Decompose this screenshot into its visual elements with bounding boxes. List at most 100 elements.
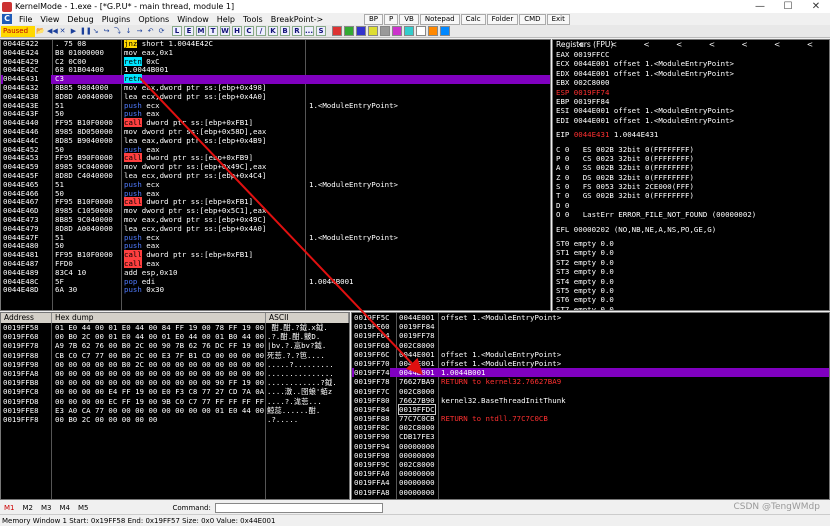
- maximize-button[interactable]: ☐: [774, 1, 802, 12]
- white-square-icon[interactable]: [416, 26, 426, 36]
- fpu-row[interactable]: ST6 empty 0.0: [553, 295, 829, 304]
- gray-square-icon[interactable]: [380, 26, 390, 36]
- dump-header-ascii[interactable]: ASCII: [266, 313, 349, 323]
- fpu-row[interactable]: ST7 empty 0.0: [553, 305, 829, 310]
- disasm-row[interactable]: 0044E45F 8D8D C4040000 lea ecx,dword ptr s…: [1, 171, 550, 181]
- azure-square-icon[interactable]: [440, 26, 450, 36]
- memory-tab-m5[interactable]: M5: [74, 504, 93, 512]
- dump-row[interactable]: 0019FF88 CB C0 C7 77 00 B0 2C 00 E3 7F B1…: [1, 351, 349, 360]
- quick-button-calc[interactable]: Calc: [460, 14, 486, 25]
- register-row[interactable]: ESI 0044E001 offset 1.<ModuleEntryPoint>: [553, 106, 829, 115]
- quick-button-p[interactable]: P: [384, 14, 399, 25]
- stack-row[interactable]: 0019FFA4 00000000: [352, 478, 829, 487]
- menu-item-view[interactable]: View: [36, 15, 63, 24]
- stack-row[interactable]: 0019FF60 0019FF84: [352, 322, 829, 331]
- memory-tab-m2[interactable]: M2: [19, 504, 38, 512]
- red-square-icon[interactable]: [332, 26, 342, 36]
- register-row[interactable]: EBP 0019FF84: [553, 97, 829, 106]
- flag-row[interactable]: S 0 FS 0053 32bit 2CE000(FFF): [553, 182, 829, 191]
- quick-button-exit[interactable]: Exit: [546, 14, 570, 25]
- stack-row[interactable]: 0019FF84 0019FFDC: [352, 403, 829, 416]
- memory-tab-m3[interactable]: M3: [37, 504, 56, 512]
- dump-row[interactable]: 0019FF68 00 B0 2C 00 01 E0 44 00 01 E0 44…: [1, 332, 349, 341]
- fpu-row[interactable]: ST1 empty 0.0: [553, 248, 829, 257]
- dump-row[interactable]: 0019FFD8 00 00 00 00 EC FF 19 00 9B C0 C7…: [1, 397, 349, 406]
- stack-row[interactable]: 0019FF5C 0044E001 offset 1.<ModuleEntryPoi…: [352, 313, 829, 322]
- memory-tab-m4[interactable]: M4: [56, 504, 75, 512]
- flag-row[interactable]: P 0 CS 0023 32bit 0(FFFFFFFF): [553, 154, 829, 163]
- toolbar-icon-9[interactable]: →: [135, 27, 144, 36]
- toolbar-icon-11[interactable]: ⟳: [157, 27, 166, 36]
- blue-square-icon[interactable]: [356, 26, 366, 36]
- window-button-2[interactable]: M: [196, 26, 206, 36]
- memory-dump-pane[interactable]: Address Hex dump ASCII 0019FF58 01 E0 44 …: [0, 312, 350, 500]
- toolbar-icon-7[interactable]: ⤵: [113, 27, 122, 36]
- menu-item-window[interactable]: Window: [173, 15, 213, 24]
- window-button-1[interactable]: E: [184, 26, 194, 36]
- disasm-row[interactable]: 0044E47F 51 push ecx 1.<ModuleEntryPoint>: [1, 233, 550, 243]
- disasm-row[interactable]: 0044E479 8D8D A0040000 lea ecx,dword ptr s…: [1, 224, 550, 234]
- close-button[interactable]: ✕: [802, 1, 830, 12]
- yellow-square-icon[interactable]: [368, 26, 378, 36]
- green-square-icon[interactable]: [344, 26, 354, 36]
- dump-row[interactable]: 0019FFE8 E3 A0 CA 77 00 00 00 00 00 00 00…: [1, 406, 349, 415]
- dump-header-address[interactable]: Address: [1, 313, 52, 323]
- flag-row[interactable]: D 0: [553, 201, 829, 210]
- registers-nav-arrows[interactable]: < < < < < < < <: [578, 40, 825, 50]
- flag-row[interactable]: O 0 LastErr ERROR_FILE_NOT_FOUND (000000…: [553, 210, 829, 219]
- disassembly-pane[interactable]: 0044E422. 75 08 jnz short 1.0044E42C 0044E…: [0, 39, 551, 311]
- disasm-row[interactable]: 0044E42C 68 01B04400 1.0044B001: [1, 66, 550, 75]
- fpu-row[interactable]: ST2 empty 0.0: [553, 258, 829, 267]
- toolbar-icon-1[interactable]: ◀◀: [47, 27, 58, 36]
- dump-row[interactable]: 0019FFB8 00 00 00 00 00 00 00 00 00 00 00…: [1, 378, 349, 387]
- flag-row[interactable]: C 0 ES 002B 32bit 0(FFFFFFFF): [553, 145, 829, 154]
- stack-row[interactable]: 0019FF88 77C7C0CB RETURN to ntdll.77C7C0CB: [352, 414, 829, 423]
- dump-row[interactable]: 0019FFC8 00 00 00 00 E4 FF 19 00 E0 F3 C8…: [1, 387, 349, 396]
- stack-row[interactable]: 0019FF7C 002C8000: [352, 387, 829, 396]
- window-button-11[interactable]: ...: [304, 26, 314, 36]
- stack-row[interactable]: 0019FF68 002C8000: [352, 341, 829, 350]
- disasm-row[interactable]: 0044E48D 6A 30 push 0x30: [1, 285, 550, 295]
- quick-button-vb[interactable]: VB: [399, 14, 419, 25]
- toolbar-icon-0[interactable]: 📂: [36, 27, 45, 36]
- stack-row[interactable]: 0019FF90 CDB17FE3: [352, 432, 829, 441]
- register-row[interactable]: ECX 0044E001 offset 1.<ModuleEntryPoint>: [553, 59, 829, 68]
- fpu-row[interactable]: ST5 empty 0.0: [553, 286, 829, 295]
- toolbar-icon-4[interactable]: ❚❚: [80, 27, 92, 36]
- quick-button-bp[interactable]: BP: [364, 14, 384, 25]
- orange-square-icon[interactable]: [428, 26, 438, 36]
- minimize-button[interactable]: —: [746, 1, 774, 12]
- toolbar-icon-8[interactable]: ↓: [124, 27, 133, 36]
- window-button-4[interactable]: W: [220, 26, 230, 36]
- quick-button-notepad[interactable]: Notepad: [419, 14, 460, 25]
- quick-button-folder[interactable]: Folder: [486, 14, 519, 25]
- register-row[interactable]: EAX 0019FFCC: [553, 50, 829, 59]
- disasm-row[interactable]: 0044E43E 51 push ecx 1.<ModuleEntryPoint>: [1, 101, 550, 111]
- disasm-row[interactable]: 0044E489 83C4 10 add esp,0x10: [1, 268, 550, 278]
- flag-row[interactable]: T 0 GS 002B 32bit 0(FFFFFFFF): [553, 191, 829, 200]
- toolbar-icon-10[interactable]: ↶: [146, 27, 155, 36]
- toolbar-icon-6[interactable]: ↪: [102, 27, 111, 36]
- window-button-8[interactable]: K: [268, 26, 278, 36]
- window-button-10[interactable]: R: [292, 26, 302, 36]
- register-row[interactable]: ESP 0019FF74: [553, 88, 829, 97]
- flag-row[interactable]: Z 0 DS 002B 32bit 0(FFFFFFFF): [553, 173, 829, 182]
- quick-button-cmd[interactable]: CMD: [519, 14, 546, 25]
- window-button-9[interactable]: B: [280, 26, 290, 36]
- menu-item-options[interactable]: Options: [134, 15, 173, 24]
- stack-row[interactable]: 0019FF6C 0044E001 offset 1.<ModuleEntryPoi…: [352, 350, 829, 359]
- stack-row[interactable]: 0019FF78 76627BA9 RETURN to kernel32.76627…: [352, 377, 829, 386]
- command-input[interactable]: [214, 502, 383, 513]
- stack-row[interactable]: 0019FF80 76627B90 kernel32.BaseThreadInitT…: [352, 396, 829, 405]
- stack-row[interactable]: 0019FF74 0044B001 1.0044B001: [352, 368, 829, 378]
- stack-pane[interactable]: 0019FF5C 0044E001 offset 1.<ModuleEntryPoi…: [351, 312, 830, 500]
- efl-register[interactable]: EFL 00000202 (NO,NB,NE,A,NS,PO,GE,G): [553, 225, 829, 234]
- dump-row[interactable]: 0019FFF8 00 B0 2C 00 00 00 00 00.?.....: [1, 415, 349, 424]
- register-row[interactable]: EBX 002C8000: [553, 78, 829, 87]
- stack-row[interactable]: 0019FFA0 00000000: [352, 469, 829, 478]
- cyan-square-icon[interactable]: [404, 26, 414, 36]
- disasm-row[interactable]: 0044E44C 8D85 B9040000 lea eax,dword ptr s…: [1, 136, 550, 146]
- eip-register[interactable]: EIP 0044E431 1.0044E431: [553, 130, 829, 139]
- dump-row[interactable]: 0019FF98 00 00 00 00 00 B0 2C 00 00 00 00…: [1, 360, 349, 369]
- window-button-5[interactable]: H: [232, 26, 242, 36]
